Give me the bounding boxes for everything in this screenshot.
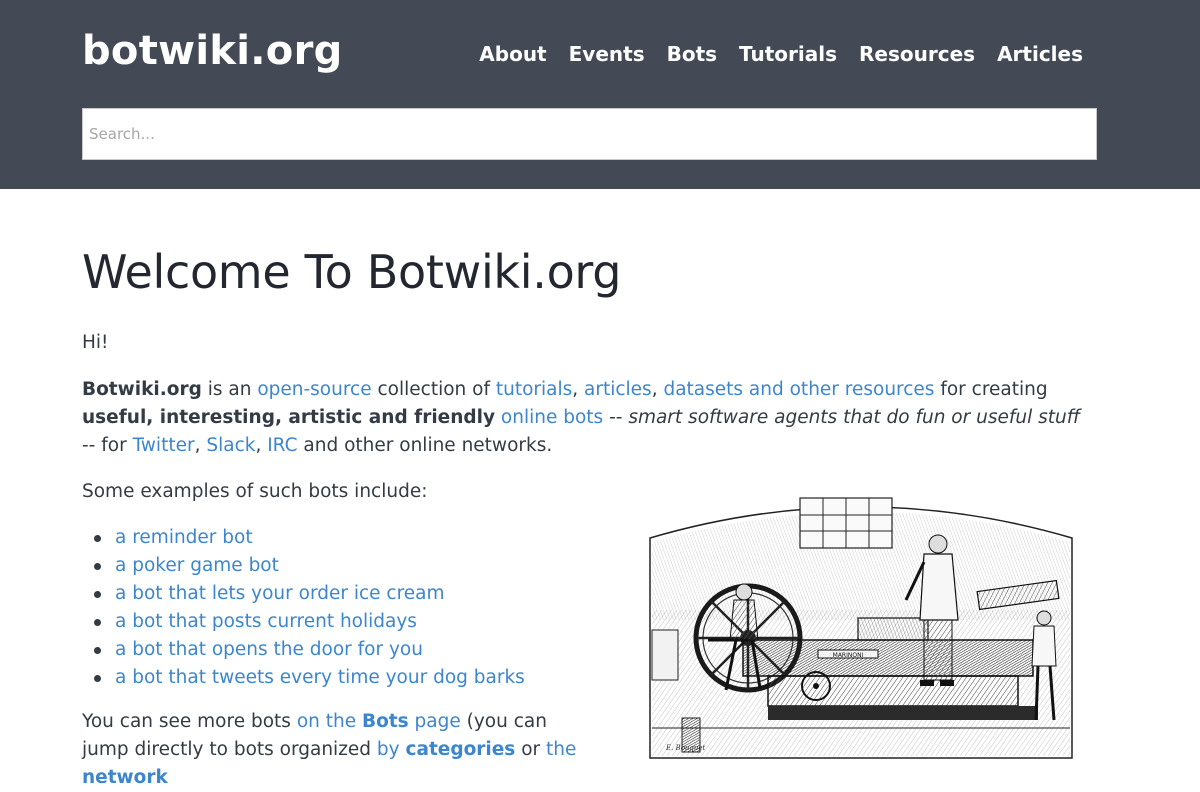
list-item: a bot that opens the door for you [82, 636, 525, 664]
site-logo-link[interactable]: botwiki.org [82, 28, 343, 74]
list-item: a bot that posts current holidays [82, 608, 525, 636]
site-name-text: Botwiki.org [82, 379, 202, 400]
search-input[interactable] [82, 108, 1097, 160]
main-nav: About Events Bots Tutorials Resources Ar… [479, 42, 1083, 66]
example-link-holidays-bot[interactable]: a bot that posts current holidays [115, 611, 417, 632]
bots-link-text: on the [296, 711, 362, 732]
intro-text: , [194, 435, 207, 456]
intro-text: , [651, 379, 664, 400]
nav-about[interactable]: About [479, 42, 546, 66]
page-title: Welcome To Botwiki.org [82, 245, 622, 299]
bots-link-bold: Bots [361, 711, 409, 732]
bots-page-link[interactable]: on the Bots page [297, 711, 461, 732]
bots-link-text: page [408, 711, 461, 732]
engraver-signature: E. Bouquet [665, 744, 706, 752]
intro-text: is an [201, 379, 258, 400]
nav-bots[interactable]: Bots [667, 42, 717, 66]
more-text: You can see more bots [82, 711, 297, 732]
slack-link[interactable]: Slack [206, 435, 255, 456]
nav-tutorials[interactable]: Tutorials [739, 42, 837, 66]
intro-text: -- for [82, 435, 133, 456]
categories-link-text: by [376, 739, 406, 760]
articles-link[interactable]: articles [584, 379, 652, 400]
greeting-text: Hi! [82, 332, 109, 353]
online-bots-link[interactable]: online bots [501, 407, 603, 428]
press-plate-text: MARINONI [833, 652, 864, 659]
categories-link-bold: categories [405, 739, 516, 760]
window [799, 497, 893, 549]
tutorials-link[interactable]: tutorials [496, 379, 572, 400]
intro-paragraph: Botwiki.org is an open-source collection… [82, 376, 1082, 460]
nav-articles[interactable]: Articles [997, 42, 1083, 66]
list-item: a bot that tweets every time your dog ba… [82, 664, 525, 692]
intro-text: , [255, 435, 268, 456]
by-categories-link[interactable]: by categories [377, 739, 515, 760]
examples-list: a reminder bot a poker game bot a bot th… [82, 524, 525, 692]
example-link-ice-cream-bot[interactable]: a bot that lets your order ice cream [115, 583, 445, 604]
list-item: a poker game bot [82, 552, 525, 580]
examples-intro-text: Some examples of such bots include: [82, 481, 428, 502]
intro-text: , [572, 379, 585, 400]
example-link-reminder-bot[interactable]: a reminder bot [115, 527, 253, 548]
intro-text: collection of [371, 379, 496, 400]
qualities-text: useful, interesting, artistic and friend… [82, 407, 496, 428]
intro-text: and other online networks. [297, 435, 553, 456]
more-text: or [515, 739, 547, 760]
site-header: botwiki.org About Events Bots Tutorials … [0, 0, 1200, 189]
nav-resources[interactable]: Resources [859, 42, 975, 66]
printing-press-illustration: MARINONI E. Bouquet [649, 497, 1073, 759]
irc-link[interactable]: IRC [267, 435, 297, 456]
twitter-link[interactable]: Twitter [133, 435, 195, 456]
example-link-door-bot[interactable]: a bot that opens the door for you [115, 639, 423, 660]
open-source-link[interactable]: open-source [257, 379, 371, 400]
datasets-resources-link[interactable]: datasets and other resources [663, 379, 934, 400]
definition-text: smart software agents that do fun or use… [628, 407, 1081, 428]
more-bots-paragraph: You can see more bots on the Bots page (… [82, 708, 592, 792]
example-link-poker-bot[interactable]: a poker game bot [115, 555, 279, 576]
list-item: a bot that lets your order ice cream [82, 580, 525, 608]
network-link-bold: network [82, 767, 168, 788]
intro-text: for creating [934, 379, 1048, 400]
example-link-dog-bark-bot[interactable]: a bot that tweets every time your dog ba… [115, 667, 525, 688]
intro-text: -- [603, 407, 629, 428]
list-item: a reminder bot [82, 524, 525, 552]
nav-events[interactable]: Events [569, 42, 645, 66]
network-link-text: the [546, 739, 577, 760]
